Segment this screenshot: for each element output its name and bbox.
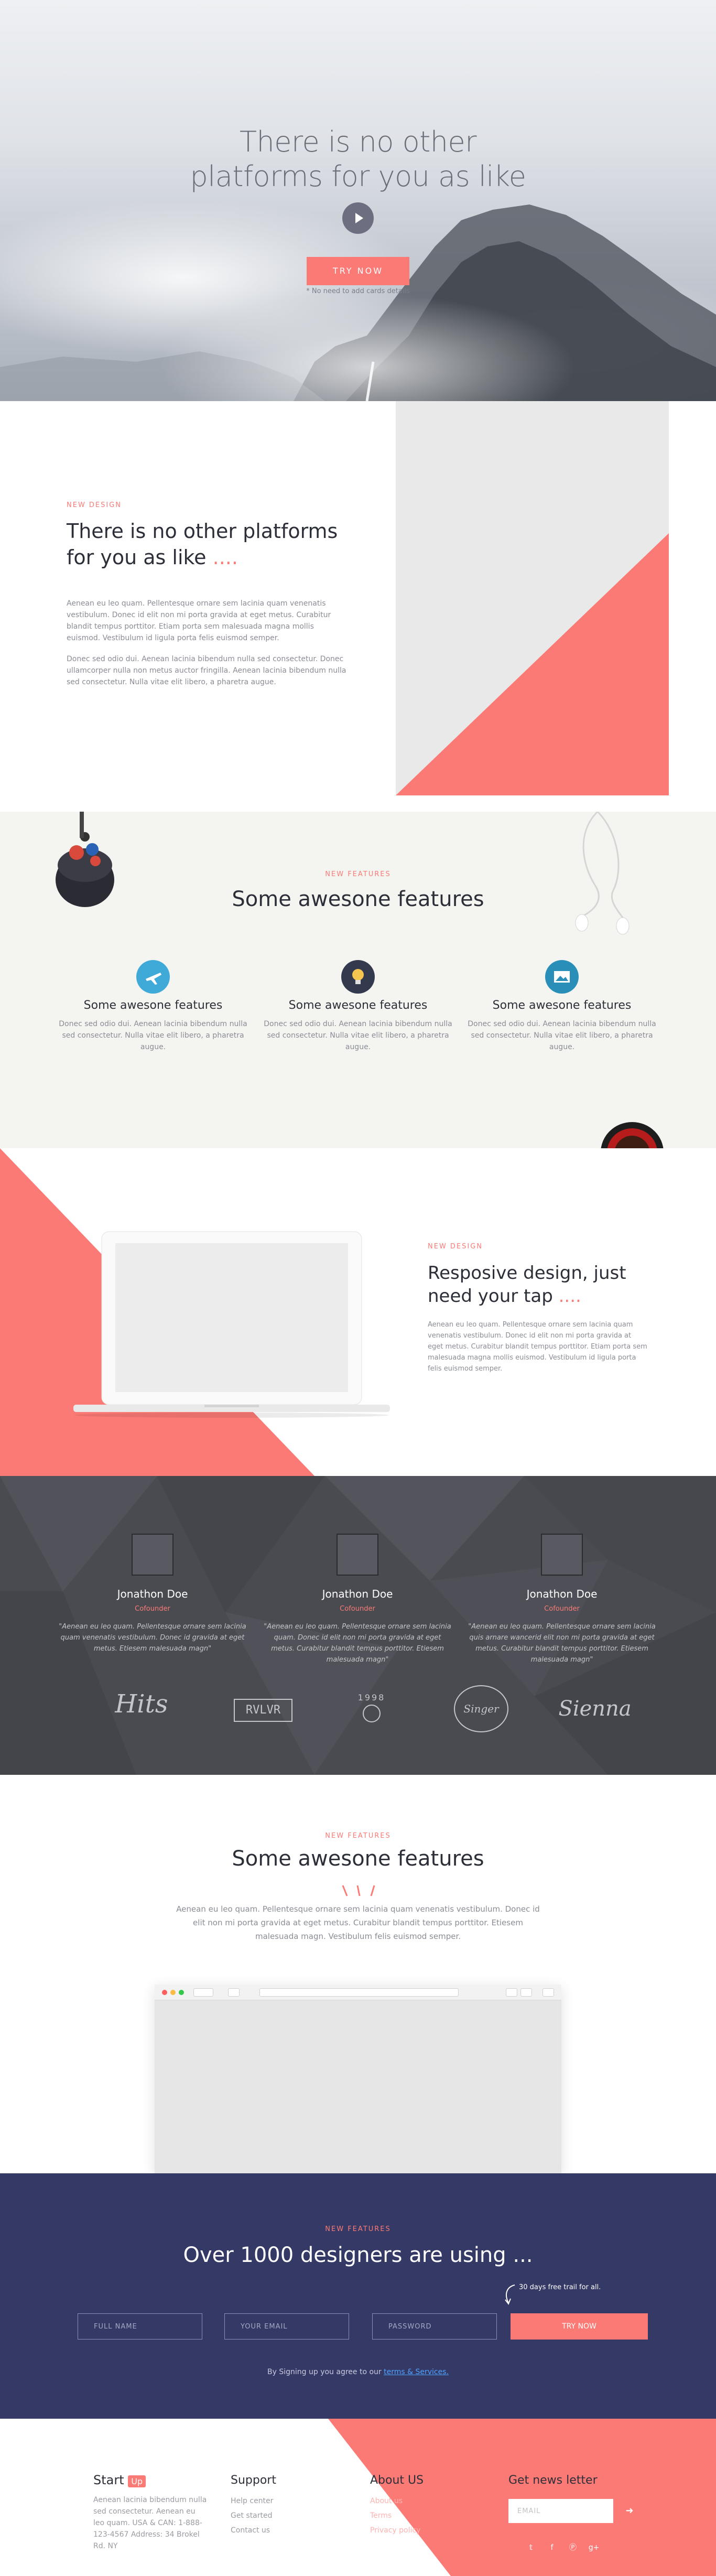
browser-mockup [155,1985,561,2173]
hero-try-now-button[interactable]: TRY NOW [307,257,409,285]
footer-link-get-started[interactable]: Get started [231,2512,273,2520]
brand-logo-hits: Hits [115,1689,168,1719]
terms-text: By Signing up you agree to our terms & S… [0,2368,716,2376]
brand-logo-text: 1998 [357,1693,386,1702]
tabs-icon [520,1988,532,1997]
newsletter-submit-button[interactable]: ➜ [615,2499,644,2523]
google-plus-icon[interactable]: g+ [587,2541,601,2555]
laptop-image [73,1231,390,1418]
sidebar-icon [228,1988,240,1997]
logo-badge: Up [128,2475,146,2487]
terms-prefix: By Signing up you agree to our [267,2368,382,2376]
brand-logo-sienna: Sienna [558,1697,632,1721]
responsive-title-text: Resposive design, just need your tap [428,1263,626,1307]
window-minimize-dot [170,1990,176,1995]
play-video-button[interactable] [342,202,374,234]
intro-title-text: There is no other platforms for you as l… [67,520,338,569]
hero-section [0,0,716,401]
testimonial-name: Jonathon Doe [117,1588,188,1600]
intro-paragraph: Donec sed odio dui. Aenean lacinia biben… [67,655,346,686]
avatar [132,1534,173,1576]
coral-triangle-graphic [396,533,669,795]
signup-title: Over 1000 designers are using ... [183,2243,533,2267]
footer-link-privacy[interactable]: Privacy policy [370,2526,420,2535]
intro-title: There is no other platforms for you as l… [67,518,360,570]
signup-eyebrow: NEW FEATURES [325,2225,391,2233]
brand-logo-emblem [363,1705,381,1722]
responsive-text: Aenean eu leo quam. Pellentesque ornare … [428,1321,647,1373]
terms-link[interactable]: terms & Services. [384,2368,449,2376]
back-forward-icon [193,1988,213,1997]
testimonial-quote: "Aenean eu leo quam. Pellentesque ornare… [468,1623,656,1664]
footer-logo[interactable]: Start Up [93,2473,146,2487]
brand-logo-singer: Singer [454,1685,508,1732]
trial-note: 30 days free trail for all. [519,2283,601,2291]
testimonial-name: Jonathon Doe [526,1588,598,1600]
footer-link-help-center[interactable]: Help center [231,2497,273,2505]
footer-link-about-us[interactable]: About us [370,2497,403,2505]
features-title: Some awesone features [232,887,484,911]
responsive-title-dots: .... [558,1286,581,1307]
feature-title: Some awesone features [492,999,632,1012]
testimonial-quote: "Aenean eu leo quam. Pellentesque ornare… [59,1623,246,1653]
responsive-title: Resposive design, just need your tap ...… [428,1262,669,1308]
email-field[interactable] [224,2313,349,2340]
password-field[interactable] [372,2313,497,2340]
intro-title-dots: .... [212,546,238,569]
newsletter-email-input[interactable] [508,2499,613,2523]
hero-title-line: platforms for you as like [190,160,526,193]
hero-title: There is no other platforms for you as l… [0,125,716,194]
signup-try-now-button[interactable]: TRY NOW [511,2313,648,2340]
footer-newsletter-heading: Get news letter [508,2474,598,2487]
footer-support-heading: Support [231,2474,276,2487]
window-maximize-dot [179,1990,184,1995]
airplane-icon [136,960,170,994]
responsive-eyebrow: NEW DESIGN [428,1243,483,1251]
feature-title: Some awesone features [288,999,428,1012]
footer-link-terms[interactable]: Terms [370,2512,392,2520]
facebook-icon[interactable]: f [545,2541,559,2555]
brand-logo-rvlvr: RVLVR [234,1699,292,1722]
sparkle-accent-icon [342,1885,375,1896]
browser-toolbar [155,1985,561,2000]
feature-text: Donec sed odio dui. Aenean lacinia biben… [59,1020,247,1051]
hero-note: * No need to add cards details [306,287,410,295]
showcase-text: Aenean eu leo quam. Pellentesque ornare … [176,1904,540,1941]
address-bar[interactable] [259,1988,459,1997]
twitter-icon[interactable]: 𝕥 [524,2541,538,2555]
feature-text: Donec sed odio dui. Aenean lacinia biben… [468,1020,656,1051]
feature-text: Donec sed odio dui. Aenean lacinia biben… [264,1020,452,1051]
logo-text: Start [93,2473,124,2487]
intro-graphic-panel [396,401,669,795]
lightbulb-icon [341,960,375,994]
add-tab-icon [543,1988,554,1997]
full-name-field[interactable] [78,2313,202,2340]
testimonial-name: Jonathon Doe [322,1588,393,1600]
avatar [337,1534,378,1576]
avatar [541,1534,583,1576]
testimonial-role: Cofounder [135,1605,170,1613]
footer-link-contact-us[interactable]: Contact us [231,2526,270,2535]
hero-title-line: There is no other [240,125,476,158]
brand-logo-1998: 1998 [349,1693,394,1729]
intro-eyebrow: NEW DESIGN [67,501,122,509]
picture-icon [545,960,579,994]
testimonial-role: Cofounder [544,1605,580,1613]
showcase-title: Some awesone features [232,1847,484,1871]
footer-aboutus-heading: About US [370,2474,424,2487]
pinterest-icon[interactable]: Ⓟ [566,2541,580,2555]
signup-section [0,2173,716,2419]
intro-paragraph: Aenean eu leo quam. Pellentesque ornare … [67,599,331,642]
features-eyebrow: NEW FEATURES [325,870,391,878]
curved-arrow-icon [505,2284,515,2305]
feature-title: Some awesone features [83,999,223,1012]
share-icon [506,1988,517,1997]
coffee-cup-image [601,1122,664,1148]
testimonial-quote: "Aenean eu leo quam. Pellentesque ornare… [264,1623,451,1664]
footer-about-text: Aenean lacinia bibendum nulla sed consec… [93,2496,207,2550]
window-close-dot [162,1990,167,1995]
showcase-eyebrow: NEW FEATURES [325,1832,391,1840]
testimonial-role: Cofounder [340,1605,375,1613]
